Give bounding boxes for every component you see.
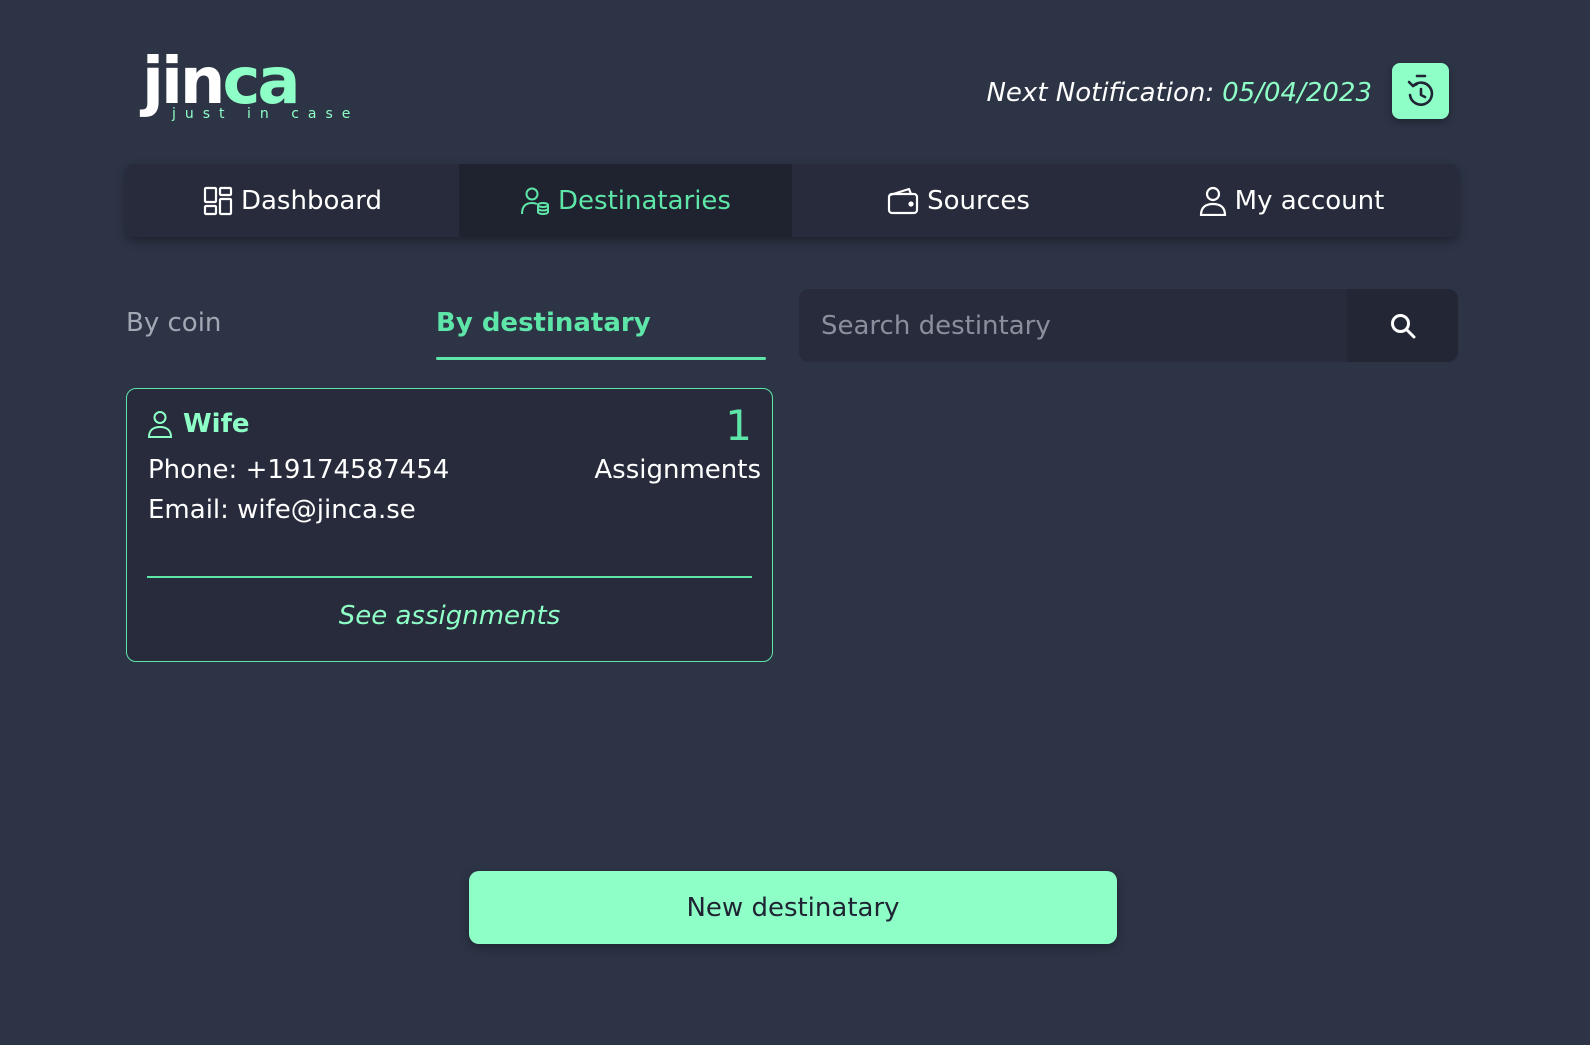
user-icon xyxy=(147,411,173,438)
user-coins-icon xyxy=(521,187,549,215)
app-root: jinca just in case Next Notification: 05/… xyxy=(0,0,1590,1045)
active-tab-indicator xyxy=(436,357,766,360)
destinatary-name-text: Wife xyxy=(183,409,250,439)
next-notification: Next Notification: 05/04/2023 xyxy=(986,78,1372,108)
destinatary-name: Wife xyxy=(147,409,250,439)
wallet-icon xyxy=(887,187,919,214)
nav-label-dashboard: Dashboard xyxy=(240,185,383,216)
timer-reset-icon xyxy=(1407,74,1433,106)
nav-item-my-account[interactable]: My account xyxy=(1125,164,1458,237)
search-button[interactable] xyxy=(1347,289,1458,362)
search-bar xyxy=(799,289,1458,362)
notification-label: Next Notification: xyxy=(986,78,1215,108)
nav-label-my-account: My account xyxy=(1234,185,1385,216)
assignments-count: 1 xyxy=(725,401,752,450)
assignments-label: Assignments xyxy=(594,455,761,485)
notification-date: 05/04/2023 xyxy=(1222,78,1372,108)
timer-button[interactable] xyxy=(1392,63,1449,119)
destinatary-phone: Phone: +19174587454 xyxy=(148,455,450,485)
logo-tagline: just in case xyxy=(172,106,360,122)
destinatary-email: Email: wife@jinca.se xyxy=(148,495,416,525)
new-destinatary-button[interactable]: New destinatary xyxy=(469,871,1117,944)
search-input[interactable] xyxy=(799,289,1347,362)
brand-logo[interactable]: jinca just in case xyxy=(142,50,350,126)
nav-item-sources[interactable]: Sources xyxy=(792,164,1125,237)
user-icon xyxy=(1199,186,1226,216)
tab-by-coin[interactable]: By coin xyxy=(126,308,221,338)
tab-by-destinatary[interactable]: By destinatary xyxy=(436,308,651,338)
see-assignments-link[interactable]: See assignments xyxy=(127,601,772,631)
destinatary-card: Wife Phone: +19174587454 Email: wife@jin… xyxy=(126,388,773,662)
card-divider xyxy=(147,576,752,578)
nav-item-destinataries[interactable]: Destinataries xyxy=(459,164,792,237)
main-nav: Dashboard Destinataries Sources My accou… xyxy=(126,164,1458,237)
nav-item-dashboard[interactable]: Dashboard xyxy=(126,164,459,237)
nav-label-sources: Sources xyxy=(927,185,1030,216)
nav-label-destinataries: Destinataries xyxy=(558,185,731,216)
logo-wordmark: jinca xyxy=(142,50,301,114)
search-icon xyxy=(1390,313,1415,338)
dashboard-icon xyxy=(203,186,233,215)
